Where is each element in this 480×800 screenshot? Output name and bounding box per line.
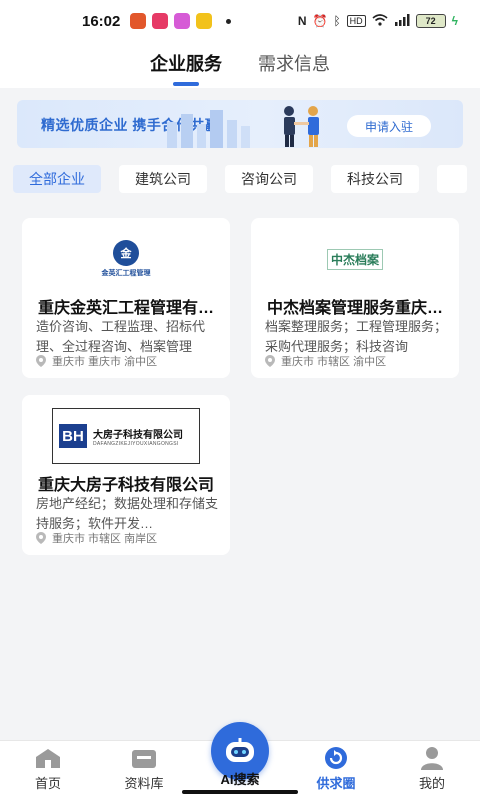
category-filter-bar: 全部企业 建筑公司 咨询公司 科技公司 [13, 165, 480, 195]
company-logo: 金 金英汇工程管理 [22, 230, 230, 288]
location-text: 重庆市 市辖区 渝中区 [281, 356, 387, 368]
app-notification-icon [130, 13, 147, 29]
home-icon [34, 747, 62, 769]
nav-label: 资料库 [124, 776, 164, 791]
company-description: 档案整理服务；工程管理服务；采购代理服务；科技咨询 [265, 319, 448, 354]
tab-demand-info[interactable]: 需求信息 [258, 42, 330, 88]
filter-chip-consulting[interactable]: 咨询公司 [225, 165, 313, 193]
company-location: 重庆市 重庆市 渝中区 [36, 353, 157, 369]
dafangzi-logo: BH 大房子科技有限公司 DAFANGZIKEJIYOUXIANGONGSI [52, 408, 200, 464]
logo-text: 大房子科技有限公司 [93, 429, 183, 441]
status-time: 16:02 [82, 12, 121, 30]
company-name: 重庆金英汇工程管理有限公司 [38, 300, 222, 317]
company-name: 重庆大房子科技有限公司 [38, 477, 215, 494]
company-name: 中杰档案管理服务重庆有限公司 [267, 300, 451, 317]
location-pin-icon [36, 532, 46, 544]
active-tab-indicator [173, 82, 199, 86]
ai-search-label: AI搜索 [220, 772, 260, 787]
status-bar: 16:02 N ⏰ ᛒ HD 72 ϟ [0, 0, 480, 42]
nfc-icon: N [297, 14, 307, 28]
app-notification-icon [174, 13, 191, 29]
cellular-signal-icon [394, 13, 410, 29]
app-notification-icon [152, 13, 169, 29]
company-card[interactable]: 金 金英汇工程管理 重庆金英汇工程管理有限公司 造价咨询、工程监理、招标代理、全… [22, 218, 230, 378]
nav-label: 我的 [418, 776, 445, 791]
company-location: 重庆市 市辖区 南岸区 [36, 530, 157, 546]
filter-chip-all[interactable]: 全部企业 [13, 165, 101, 193]
company-location: 重庆市 市辖区 渝中区 [265, 353, 386, 369]
folder-icon [130, 747, 158, 769]
location-text: 重庆市 市辖区 南岸区 [52, 533, 158, 545]
logo-subtext: DAFANGZIKEJIYOUXIANGONGSI [93, 440, 179, 447]
company-logo: BH 大房子科技有限公司 DAFANGZIKEJIYOUXIANGONGSI [22, 407, 230, 465]
location-pin-icon [36, 355, 46, 367]
company-card[interactable]: BH 大房子科技有限公司 DAFANGZIKEJIYOUXIANGONGSI 重… [22, 395, 230, 555]
nav-label: 供求圈 [316, 776, 356, 791]
nav-library[interactable]: 资料库 [104, 747, 184, 792]
city-buildings-illustration [167, 110, 250, 148]
hd-icon: HD [346, 15, 366, 27]
company-description: 造价咨询、工程监理、招标代理、全过程咨询、档案管理 [36, 319, 206, 354]
robot-icon [226, 738, 254, 762]
logo-mark: 金 [113, 240, 139, 266]
filter-chip-construction[interactable]: 建筑公司 [119, 165, 207, 193]
home-indicator [182, 790, 298, 794]
company-logo: 中杰档案 [251, 230, 459, 288]
location-text: 重庆市 重庆市 渝中区 [52, 356, 158, 368]
nav-supply-demand[interactable]: 供求圈 [296, 747, 376, 792]
location-pin-icon [265, 355, 275, 367]
app-notification-icon [196, 13, 213, 29]
top-tabs: 企业服务 需求信息 [0, 42, 480, 88]
company-description: 房地产经纪；数据处理和存储支持服务；软件开发… [36, 496, 219, 531]
handshake-people-illustration [284, 106, 319, 147]
refresh-circle-icon [322, 747, 350, 769]
apply-join-button[interactable]: 申请入驻 [347, 115, 431, 137]
jinyinghui-logo: 金 金英汇工程管理 [102, 240, 151, 278]
filter-chip-technology[interactable]: 科技公司 [331, 165, 419, 193]
promo-banner[interactable]: 精选优质企业 携手合作共赢 申请入驻 [17, 100, 463, 148]
more-notifications-dot [226, 18, 232, 24]
tab-label: 需求信息 [258, 54, 330, 74]
wifi-icon [372, 13, 388, 29]
alarm-icon: ⏰ [312, 14, 328, 28]
battery-icon: 72 [415, 14, 446, 28]
tab-label: 企业服务 [150, 54, 222, 74]
user-icon [418, 747, 446, 770]
filter-chip-more[interactable] [437, 165, 467, 193]
nav-profile[interactable]: 我的 [392, 747, 472, 792]
zhongjie-logo: 中杰档案 [326, 248, 383, 270]
status-icons: N ⏰ ᛒ HD 72 ϟ [297, 13, 458, 29]
logo-mark: BH [59, 424, 87, 448]
nav-label: 首页 [34, 776, 61, 791]
bluetooth-icon: ᛒ [333, 14, 341, 28]
company-card[interactable]: 中杰档案 中杰档案管理服务重庆有限公司 档案整理服务；工程管理服务；采购代理服务… [251, 218, 459, 378]
nav-home[interactable]: 首页 [8, 747, 88, 792]
charging-icon: ϟ [451, 14, 458, 28]
tab-enterprise-service[interactable]: 企业服务 [150, 42, 222, 88]
logo-text: 金英汇工程管理 [101, 270, 151, 277]
